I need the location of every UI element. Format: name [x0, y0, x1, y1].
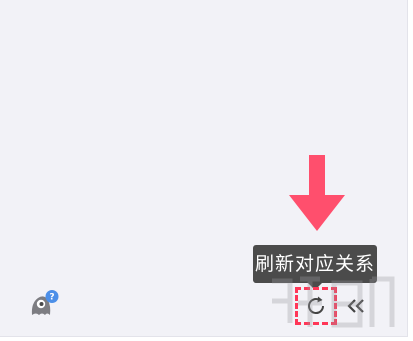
help-widget-icon: ? — [31, 290, 59, 315]
svg-text:?: ? — [49, 293, 54, 303]
collapse-panel-button[interactable] — [344, 294, 368, 318]
content-panel — [0, 0, 408, 337]
refresh-icon — [308, 296, 325, 315]
refresh-tooltip: 刷新对应关系 — [253, 245, 377, 283]
help-widget[interactable]: ? — [28, 289, 64, 319]
refresh-button[interactable] — [303, 293, 329, 319]
tooltip-label: 刷新对应关系 — [254, 253, 375, 275]
double-chevron-left-icon — [347, 299, 364, 313]
screen: 刷新对应关系 ? — [0, 0, 413, 341]
down-arrow-icon — [289, 155, 345, 231]
